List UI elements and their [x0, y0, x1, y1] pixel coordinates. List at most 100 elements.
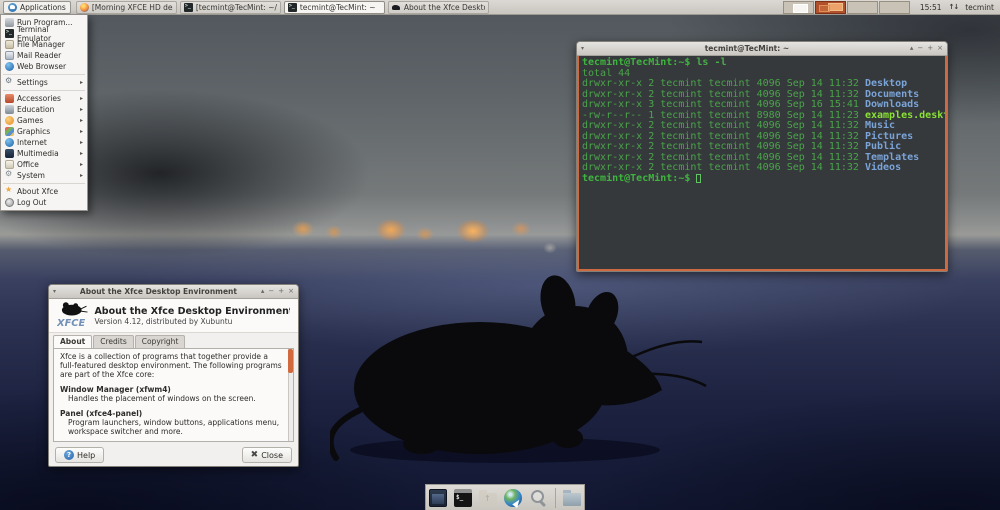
xfce-mouse-artwork	[330, 275, 707, 463]
menu-item-log-out[interactable]: Log Out	[1, 197, 87, 208]
menu-item-mail-reader[interactable]: Mail Reader	[1, 50, 87, 61]
close-button[interactable]: ×	[937, 45, 943, 52]
submenu-arrow-icon: ▸	[79, 79, 83, 86]
terminal-line: tecmint@TecMint:~$ ls -l	[582, 57, 942, 69]
dock-launcher[interactable]	[503, 487, 524, 509]
menu-item-education[interactable]: Education ▸	[1, 104, 87, 115]
system-icon	[5, 169, 14, 180]
settings-icon	[5, 76, 14, 87]
workspace-3[interactable]	[846, 0, 878, 14]
games-icon	[5, 116, 14, 125]
terminal-text: Downloads	[864, 99, 920, 110]
terminal-output[interactable]: tecmint@TecMint:~$ ls -l total 44 drwxr-xr…	[577, 56, 947, 271]
dialog-intro: Xfce is a collection of programs that to…	[60, 352, 282, 379]
taskbar-button-label: tecmint@TecMint: ~	[299, 2, 376, 12]
menu-item-accessories[interactable]: Accessories ▸	[1, 93, 87, 104]
submenu-arrow-icon: ▸	[79, 95, 83, 102]
menu-item-office[interactable]: Office ▸	[1, 159, 87, 170]
menu-item-terminal-emulator[interactable]: Terminal Emulator	[1, 25, 87, 43]
terminal-titlebar[interactable]: ▾ tecmint@TecMint: ~ ▴ − + ×	[577, 42, 947, 56]
program-name: Panel (xfce4-panel)	[60, 409, 143, 418]
terminal-cursor	[696, 173, 702, 183]
scrollbar-thumb[interactable]	[288, 349, 293, 373]
logout-icon	[5, 198, 14, 207]
taskbar-button[interactable]: tecmint@TecMint: ~	[283, 0, 385, 14]
taskbar-button[interactable]: [tecmint@TecMint: ~/.th...	[179, 0, 281, 14]
workspace-2[interactable]	[814, 0, 846, 14]
taskbar-button[interactable]: [Morning XFCE HD desk...	[75, 0, 177, 14]
tab-credits[interactable]: Credits	[93, 335, 134, 348]
menu-item-label: Mail Reader	[17, 51, 62, 60]
program-name: Window Manager (xfwm4)	[60, 385, 171, 394]
close-button[interactable]: ✖ Close	[241, 447, 292, 463]
mail-icon	[5, 51, 14, 60]
menu-item-label: Log Out	[17, 198, 47, 207]
applications-menu-button[interactable]: Applications	[3, 0, 71, 14]
dialog-content: Xfce is a collection of programs that to…	[53, 348, 294, 442]
workspace-4[interactable]	[878, 0, 910, 14]
taskbar-button[interactable]: About the Xfce Desktop...	[387, 0, 489, 14]
terminal-text: drwxr-xr-x 2 tecmint tecmint 4096 Sep 14…	[582, 162, 865, 173]
dock-launcher[interactable]	[528, 487, 549, 509]
shade-button[interactable]: ▴	[910, 45, 914, 52]
dock-folder-icon	[563, 490, 581, 506]
menu-item-system[interactable]: System ▸	[1, 169, 87, 181]
terminal-text: Videos	[864, 162, 902, 173]
terminal-text: drwxr-xr-x 2 tecmint tecmint 4096 Sep 14…	[582, 130, 865, 142]
terminal-text: tecmint@TecMint:~$	[582, 57, 691, 68]
dock-terminal-icon	[454, 488, 472, 507]
about-icon	[5, 185, 14, 196]
menu-item-label: Office	[17, 160, 39, 169]
maximize-button[interactable]: +	[278, 288, 284, 295]
taskbar-button-label: [tecmint@TecMint: ~/.th...	[195, 2, 277, 12]
terminal-text: Pictures	[864, 130, 914, 142]
minimize-button[interactable]: −	[917, 45, 923, 52]
menu-item-label: Settings	[17, 78, 48, 87]
dialog-titlebar[interactable]: ▾ About the Xfce Desktop Environment ▴ − +…	[49, 285, 298, 299]
dock-browser-icon	[504, 488, 522, 507]
window-buttons: ▴ − + ×	[910, 45, 943, 52]
program-desc: Handles the placement of windows on the …	[68, 394, 256, 403]
close-icon: ✖	[250, 449, 259, 460]
dock-launcher[interactable]	[453, 487, 474, 509]
tab-copyright[interactable]: Copyright	[134, 335, 186, 348]
shade-button[interactable]: ▴	[261, 288, 265, 295]
dialog-header: XFCE About the Xfce Desktop Environment …	[49, 299, 298, 333]
menu-item-about-xfce[interactable]: About Xfce	[1, 185, 87, 197]
help-button[interactable]: ? Help	[55, 447, 105, 463]
dock-launcher[interactable]	[428, 487, 449, 509]
menu-item-settings[interactable]: Settings ▸	[1, 76, 87, 88]
dock-search-icon	[529, 489, 547, 507]
submenu-arrow-icon: ▸	[79, 117, 83, 124]
menu-item-graphics[interactable]: Graphics ▸	[1, 126, 87, 137]
terminal-text: -rw-r--r-- 1 tecmint tecmint 8980 Sep 14…	[582, 109, 865, 121]
svg-text:XFCE: XFCE	[57, 317, 85, 328]
taskbar-button-label: [Morning XFCE HD desk...	[91, 2, 173, 12]
terminal-text: drwxr-xr-x 2 tecmint tecmint 4096 Sep 14…	[582, 78, 865, 89]
top-panel: Applications [Morning XFCE HD desk... [te…	[0, 0, 1000, 15]
xubuntu-logo-icon	[8, 2, 17, 12]
close-button[interactable]: ×	[288, 288, 294, 295]
workspace-1[interactable]	[782, 0, 814, 14]
menu-item-label: Education	[17, 105, 55, 114]
dock-launcher[interactable]	[562, 487, 583, 509]
menu-item-web-browser[interactable]: Web Browser	[1, 61, 87, 72]
dialog-entries: Window Manager (xfwm4) Handles the placem…	[60, 385, 283, 441]
terminal-text: tecmint@TecMint:~$	[582, 172, 697, 184]
menu-item-label: Graphics	[17, 127, 51, 136]
scrollbar[interactable]	[288, 349, 293, 441]
terminal-title: tecmint@TecMint: ~	[704, 44, 790, 53]
menu-item-multimedia[interactable]: Multimedia ▸	[1, 148, 87, 159]
terminal-text: Music	[864, 120, 896, 131]
education-icon	[5, 105, 14, 114]
clock: 15:51	[919, 2, 942, 12]
maximize-button[interactable]: +	[927, 45, 933, 52]
tab-about[interactable]: About	[53, 335, 93, 349]
username[interactable]: tecmint	[965, 3, 994, 12]
dock-launcher[interactable]	[478, 487, 499, 509]
menu-item-label: Accessories	[17, 94, 61, 103]
minimize-button[interactable]: −	[268, 288, 274, 295]
updown-arrows-icon[interactable]: ↑↓	[949, 3, 960, 11]
menu-item-internet[interactable]: Internet ▸	[1, 137, 87, 148]
menu-item-games[interactable]: Games ▸	[1, 115, 87, 126]
